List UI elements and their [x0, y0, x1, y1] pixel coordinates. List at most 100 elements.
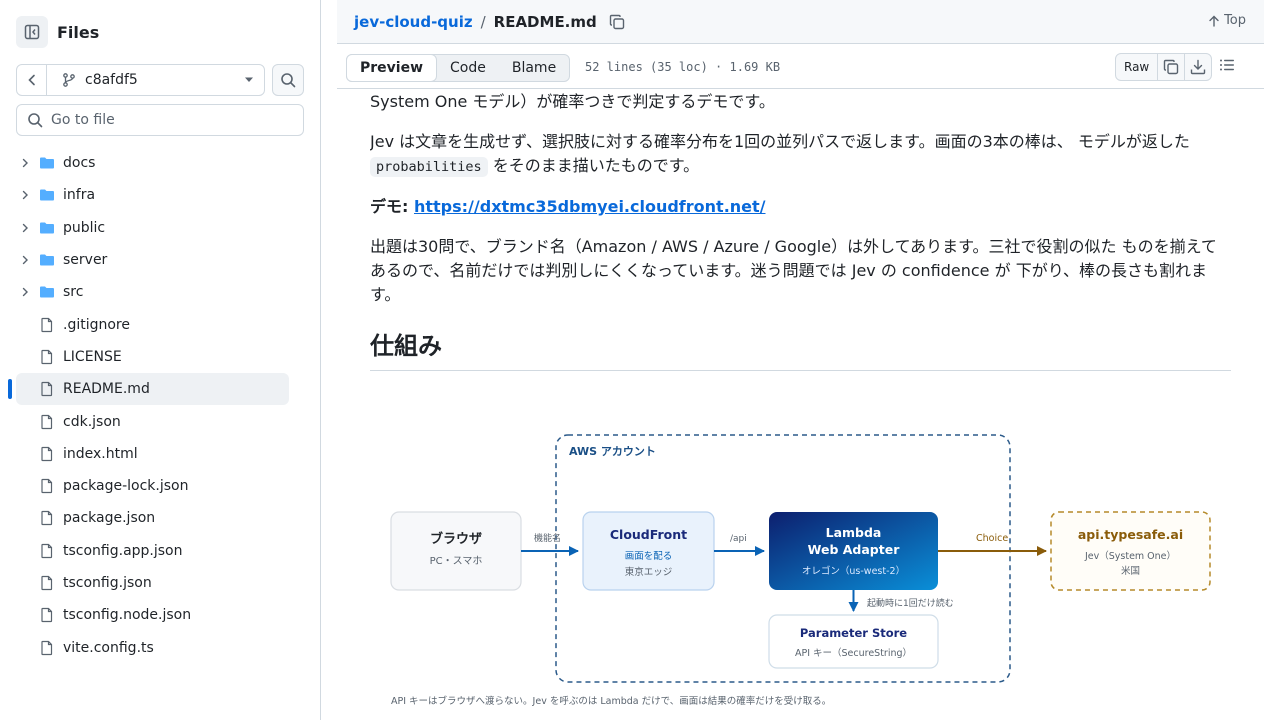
go-to-file-input[interactable]	[51, 112, 291, 128]
collapse-sidebar-button[interactable]	[16, 16, 48, 48]
tree-file[interactable]: tsconfig.app.json	[16, 535, 289, 567]
edge1-label: 機能名	[534, 532, 561, 544]
chevron-right-icon[interactable]	[17, 222, 33, 234]
tree-item-label: src	[63, 284, 84, 301]
quiz-paragraph: 出題は30問で、ブランド名（Amazon / AWS / Azure / Goo…	[370, 237, 1217, 304]
tree-file[interactable]: .gitignore	[16, 308, 289, 340]
tree-folder[interactable]: src	[16, 276, 289, 308]
aws-account-label: AWS アカウント	[569, 445, 656, 458]
tree-file[interactable]: README.md	[8, 373, 289, 406]
caret-down-icon	[245, 77, 253, 82]
tree-file[interactable]: package-lock.json	[16, 470, 289, 502]
outline-button[interactable]	[1219, 57, 1235, 77]
lambda-title1: Lambda	[826, 525, 882, 540]
api-sub1: Jev（System One）	[1084, 550, 1176, 562]
branch-name[interactable]: c8afdf5	[47, 72, 234, 88]
api-sub2: 米国	[1121, 565, 1140, 577]
readme-content: System One モデル）が確率つきで判定するデモです。 Jev は文章を生…	[370, 89, 1231, 720]
file-icon	[39, 381, 55, 397]
tree-folder[interactable]: server	[16, 244, 289, 276]
tree-file[interactable]: vite.config.ts	[16, 631, 289, 663]
back-button[interactable]	[17, 65, 47, 95]
git-branch-icon	[63, 73, 75, 87]
file-meta: 52 lines (35 loc) · 1.69 KB	[585, 60, 781, 74]
demo-paragraph: デモ: https://dxtmc35dbmyei.cloudfront.net…	[370, 195, 1231, 219]
go-to-file-field[interactable]	[16, 104, 304, 136]
para1-text-a: Jev は文章を生成せず、選択肢に対する確率分布を1回の並列パスで返します。画面…	[370, 132, 1190, 151]
branch-selector[interactable]: c8afdf5	[16, 64, 265, 96]
tree-item-label: tsconfig.node.json	[63, 607, 192, 624]
app: Files c8afdf5 docsin	[0, 0, 1280, 720]
tree-item-label: LICENSE	[63, 348, 122, 365]
chevron-right-icon[interactable]	[17, 189, 33, 201]
download-icon	[1191, 59, 1206, 75]
tree-file[interactable]: tsconfig.json	[16, 567, 289, 599]
breadcrumb-repo-link[interactable]: jev-cloud-quiz	[354, 13, 473, 31]
chevron-right-icon[interactable]	[17, 157, 33, 169]
edge2-label: /api	[730, 534, 747, 544]
download-button[interactable]	[1184, 54, 1211, 80]
file-view: jev-cloud-quiz / README.md Top Preview C…	[337, 0, 1264, 720]
browser-node: ブラウザ PC・スマホ	[390, 511, 522, 591]
tree-folder[interactable]: docs	[16, 147, 289, 179]
tab-code[interactable]: Code	[437, 55, 499, 81]
tree-item-label: package-lock.json	[63, 478, 189, 495]
cloudfront-title: CloudFront	[610, 527, 687, 542]
top-label: Top	[1224, 13, 1246, 28]
branch-row: c8afdf5	[16, 64, 304, 96]
tree-item-label: tsconfig.app.json	[63, 542, 183, 559]
file-icon	[39, 640, 55, 656]
copy-raw-button[interactable]	[1157, 54, 1184, 80]
folder-icon	[39, 284, 55, 300]
browser-sub: PC・スマホ	[430, 555, 483, 567]
cloudfront-sub1: 画面を配る	[625, 551, 673, 562]
lambda-sub: オレゴン（us-west-2）	[802, 565, 905, 577]
folder-icon	[39, 187, 55, 203]
demo-link[interactable]: https://dxtmc35dbmyei.cloudfront.net/	[414, 197, 766, 216]
top-link[interactable]: Top	[1208, 13, 1246, 28]
file-icon	[39, 543, 55, 559]
tab-blame[interactable]: Blame	[499, 55, 569, 81]
tree-file[interactable]: LICENSE	[16, 341, 289, 373]
chevron-left-icon	[27, 74, 35, 86]
chevron-right-icon[interactable]	[17, 286, 33, 298]
view-mode-tabs: Preview Code Blame	[346, 54, 571, 82]
tree-item-label: tsconfig.json	[63, 575, 152, 591]
diagram-caption: API キーはブラウザへ渡らない。Jev を呼ぶのは Lambda だけで、画面…	[391, 695, 831, 707]
tab-preview[interactable]: Preview	[346, 54, 438, 82]
chevron-right-icon[interactable]	[17, 254, 33, 266]
tree-folder[interactable]: public	[16, 212, 289, 244]
tree-item-label: docs	[63, 155, 96, 172]
list-icon	[1220, 59, 1234, 71]
architecture-diagram: AWS アカウント ブラウザ PC・スマホ 機能名 CloudFront 画面を…	[390, 434, 1211, 707]
file-tree-sidebar: Files c8afdf5 docsin	[0, 0, 321, 720]
edge3-label: Choice	[976, 533, 1008, 544]
tree-folder[interactable]: infra	[16, 179, 289, 211]
tree-file[interactable]: cdk.json	[16, 405, 289, 437]
search-icon	[281, 73, 296, 88]
edge4-label: 起動時に1回だけ読む	[867, 597, 954, 609]
copy-icon	[1164, 59, 1179, 75]
arrow-up-icon	[1209, 15, 1219, 27]
raw-button[interactable]: Raw	[1116, 54, 1157, 80]
copy-icon	[609, 14, 624, 29]
tree-file[interactable]: package.json	[16, 502, 289, 534]
tree-file[interactable]: index.html	[16, 438, 289, 470]
file-icon	[39, 607, 55, 623]
tree-file[interactable]: tsconfig.node.json	[16, 599, 289, 631]
branch-label: c8afdf5	[85, 72, 138, 88]
probabilities-paragraph: Jev は文章を生成せず、選択肢に対する確率分布を1回の並列パスで返します。画面…	[370, 130, 1231, 179]
copy-path-button[interactable]	[609, 14, 625, 30]
file-icon	[39, 414, 55, 430]
file-icon	[39, 446, 55, 462]
search-icon	[28, 113, 43, 128]
search-button[interactable]	[272, 64, 304, 96]
browser-title: ブラウザ	[430, 531, 482, 547]
sidebar-header: Files	[16, 16, 99, 48]
branch-dropdown[interactable]	[234, 77, 264, 83]
api-title: api.typesafe.ai	[1078, 527, 1183, 542]
tree-item-label: .gitignore	[63, 316, 130, 333]
file-icon	[39, 510, 55, 526]
section-heading: 仕組み	[370, 331, 1231, 371]
file-icon	[39, 317, 55, 333]
